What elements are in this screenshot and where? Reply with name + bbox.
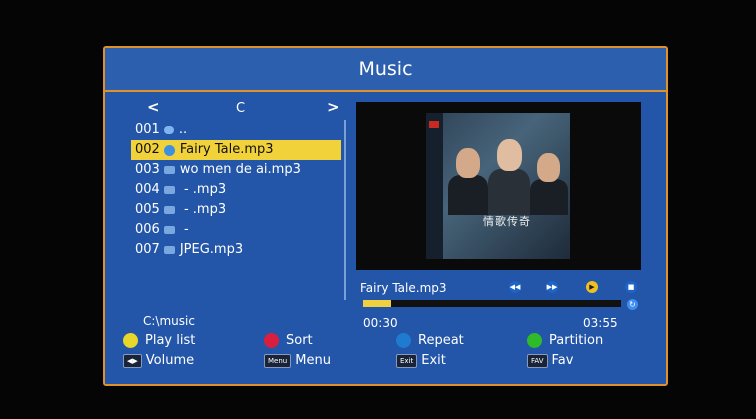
- next-icon[interactable]: ▶▶: [546, 281, 558, 293]
- file-row-selected[interactable]: 002 Fairy Tale.mp3: [131, 140, 341, 160]
- legend-label: Repeat: [418, 333, 464, 348]
- file-name: Fairy Tale.mp3: [179, 142, 274, 157]
- blue-button-icon: [396, 333, 411, 348]
- legend-sort[interactable]: Sort: [264, 333, 313, 348]
- drive-label: C: [236, 101, 246, 116]
- file-number: 003: [135, 162, 160, 177]
- mp3-file-icon: [163, 206, 175, 214]
- file-name: - .mp3: [179, 202, 227, 217]
- repeat-mode-icon: ↻: [627, 299, 638, 310]
- file-number: 007: [135, 242, 160, 257]
- album-face: [497, 139, 522, 171]
- album-logo: [429, 121, 439, 128]
- total-time: 03:55: [583, 316, 618, 330]
- album-art-preview: 情歌传奇: [356, 102, 641, 270]
- list-scrollbar[interactable]: [344, 120, 346, 300]
- album-caption: 情歌传奇: [483, 215, 531, 228]
- page-title: Music: [358, 58, 413, 80]
- legend-repeat[interactable]: Repeat: [396, 333, 464, 348]
- file-number: 004: [135, 182, 160, 197]
- title-bar: Music: [105, 48, 666, 92]
- legend-label: Partition: [549, 333, 604, 348]
- mp3-file-icon: [163, 166, 175, 174]
- album-figure: [448, 175, 488, 215]
- legend-play-list[interactable]: Play list: [123, 333, 195, 348]
- legend-menu[interactable]: Menu Menu: [264, 353, 331, 368]
- mp3-file-icon: [163, 186, 175, 194]
- album-cover: 情歌传奇: [426, 113, 570, 259]
- file-number: 006: [135, 222, 160, 237]
- progress-bar[interactable]: [363, 300, 621, 307]
- file-row[interactable]: 006 -: [131, 220, 341, 240]
- legend-exit[interactable]: Exit Exit: [396, 353, 446, 368]
- green-button-icon: [527, 333, 542, 348]
- menu-key-icon: Menu: [264, 353, 292, 368]
- red-button-icon: [264, 333, 279, 348]
- file-number: 005: [135, 202, 160, 217]
- album-face: [537, 153, 560, 182]
- previous-icon[interactable]: ◀◀: [509, 281, 521, 293]
- music-note-icon: [163, 144, 175, 156]
- folder-up-icon: [163, 126, 174, 134]
- file-row[interactable]: 007 JPEG.mp3: [131, 240, 341, 260]
- mp3-file-icon: [163, 246, 175, 254]
- album-figure: [488, 169, 530, 215]
- file-list: 001 .. 002 Fairy Tale.mp3 003 wo men de …: [131, 120, 341, 260]
- mp3-file-icon: [163, 226, 175, 234]
- nav-right-arrow-icon[interactable]: >: [327, 98, 340, 116]
- legend-label: Fav: [551, 353, 574, 368]
- play-icon[interactable]: ▶: [586, 281, 598, 293]
- tv-screen: Music < C > 001 .. 002 Fairy Tale.mp3 00…: [0, 0, 756, 419]
- nav-left-arrow-icon[interactable]: <: [147, 98, 160, 116]
- file-name: wo men de ai.mp3: [179, 162, 301, 177]
- fav-key-icon: FAV: [527, 353, 548, 368]
- album-face: [456, 148, 480, 178]
- yellow-button-icon: [123, 333, 138, 348]
- file-row[interactable]: 003 wo men de ai.mp3: [131, 160, 341, 180]
- album-figure: [530, 179, 568, 215]
- legend-volume[interactable]: ◀▶ Volume: [123, 353, 194, 368]
- stop-icon[interactable]: ■: [625, 281, 637, 293]
- file-number: 002: [135, 142, 160, 157]
- file-name: -: [179, 222, 189, 237]
- album-spine: [426, 113, 443, 259]
- file-number: 001: [135, 122, 160, 137]
- legend-label: Volume: [145, 353, 195, 368]
- volume-key-icon: ◀▶: [123, 353, 142, 368]
- file-row[interactable]: 001 ..: [131, 120, 341, 140]
- file-name: - .mp3: [179, 182, 227, 197]
- legend-label: Menu: [295, 353, 331, 368]
- legend-label: Exit: [421, 353, 446, 368]
- progress-fill: [363, 300, 392, 307]
- exit-key-icon: Exit: [396, 353, 418, 368]
- current-path: C:\music: [143, 314, 195, 328]
- now-playing-title: Fairy Tale.mp3: [360, 281, 447, 295]
- file-row[interactable]: 004 - .mp3: [131, 180, 341, 200]
- file-name: ..: [178, 122, 188, 137]
- file-row[interactable]: 005 - .mp3: [131, 200, 341, 220]
- file-name: JPEG.mp3: [179, 242, 244, 257]
- legend-label: Sort: [286, 333, 313, 348]
- legend-fav[interactable]: FAV Fav: [527, 353, 573, 368]
- legend-partition[interactable]: Partition: [527, 333, 603, 348]
- legend-label: Play list: [145, 333, 196, 348]
- music-panel: Music < C > 001 .. 002 Fairy Tale.mp3 00…: [103, 46, 668, 386]
- elapsed-time: 00:30: [363, 316, 398, 330]
